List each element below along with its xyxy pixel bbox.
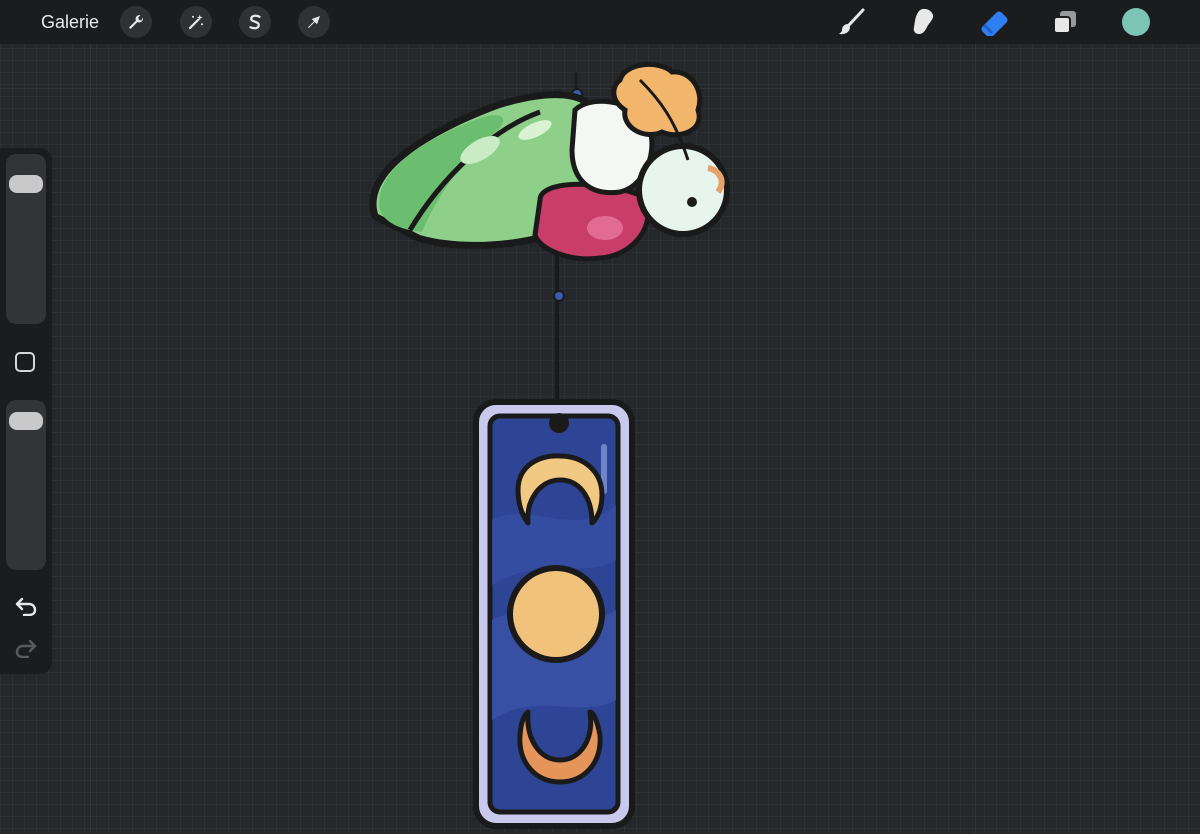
undo-button[interactable] xyxy=(12,594,40,618)
eraser-tool-button[interactable] xyxy=(977,5,1011,39)
opacity-slider-thumb[interactable] xyxy=(9,411,43,430)
color-picker-button[interactable] xyxy=(1122,8,1150,36)
redo-icon xyxy=(15,639,37,658)
magic-wand-icon xyxy=(188,14,204,30)
eraser-icon xyxy=(981,11,1008,36)
brush-size-slider-thumb[interactable] xyxy=(9,174,43,193)
opacity-slider[interactable] xyxy=(6,400,46,570)
transform-button[interactable] xyxy=(298,6,330,38)
layers-button[interactable] xyxy=(1048,5,1082,39)
smudge-icon xyxy=(913,8,934,34)
wrench-icon xyxy=(129,15,143,29)
top-toolbar: Galerie xyxy=(0,0,1200,44)
brush-size-slider[interactable] xyxy=(6,154,46,324)
actions-button[interactable] xyxy=(120,6,152,38)
layers-icon xyxy=(1053,11,1076,34)
adjustments-button[interactable] xyxy=(180,6,212,38)
moth-drawing xyxy=(369,61,730,262)
selection-button[interactable] xyxy=(239,6,271,38)
brush-icon xyxy=(839,8,865,35)
canvas-artwork xyxy=(369,61,730,829)
undo-icon xyxy=(15,597,37,616)
brush-tool-button[interactable] xyxy=(834,5,868,39)
moon-phase-tag-drawing xyxy=(473,399,635,829)
smudge-tool-button[interactable] xyxy=(906,5,940,39)
left-sidebar xyxy=(0,148,52,674)
arrow-cursor-icon xyxy=(308,16,320,28)
modify-button[interactable] xyxy=(15,352,35,372)
selection-s-icon xyxy=(249,14,261,30)
gallery-button[interactable]: Galerie xyxy=(41,11,99,33)
redo-button[interactable] xyxy=(12,636,40,660)
